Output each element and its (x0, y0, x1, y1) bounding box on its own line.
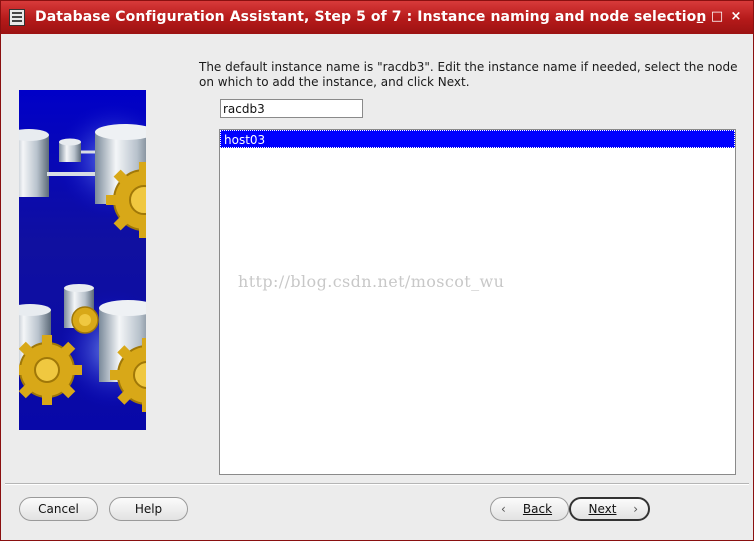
database-illustration (19, 90, 146, 430)
app-menu-icon[interactable] (9, 9, 25, 26)
close-icon[interactable]: × (728, 9, 744, 25)
back-button-label: Back (522, 502, 553, 516)
window-title: Database Configuration Assistant, Step 5… (35, 9, 707, 25)
dbca-window: Database Configuration Assistant, Step 5… (0, 0, 754, 541)
title-bar[interactable]: Database Configuration Assistant, Step 5… (1, 1, 753, 34)
next-button-label: Next (588, 502, 617, 516)
dialog-content: The default instance name is "racdb3". E… (5, 34, 749, 538)
back-button[interactable]: ‹ Back (490, 497, 569, 521)
minimize-icon[interactable]: _ (692, 9, 708, 25)
instance-name-input[interactable] (220, 99, 363, 118)
cancel-button[interactable]: Cancel (19, 497, 98, 521)
chevron-right-icon: › (633, 502, 638, 516)
maximize-icon[interactable]: □ (709, 9, 725, 25)
database-gears-icon (19, 100, 146, 412)
chevron-left-icon: ‹ (501, 502, 506, 516)
cancel-button-label: Cancel (38, 502, 79, 516)
node-list-item-host03[interactable]: host03 (220, 130, 735, 148)
watermark-text: http://blog.csdn.net/moscot_wu (238, 272, 505, 291)
instructions-text: The default instance name is "racdb3". E… (199, 60, 738, 89)
next-button[interactable]: Next › (569, 497, 650, 521)
button-divider (5, 483, 749, 485)
help-button-label: Help (134, 502, 163, 516)
node-list[interactable]: host03 (219, 129, 736, 475)
help-button[interactable]: Help (109, 497, 188, 521)
